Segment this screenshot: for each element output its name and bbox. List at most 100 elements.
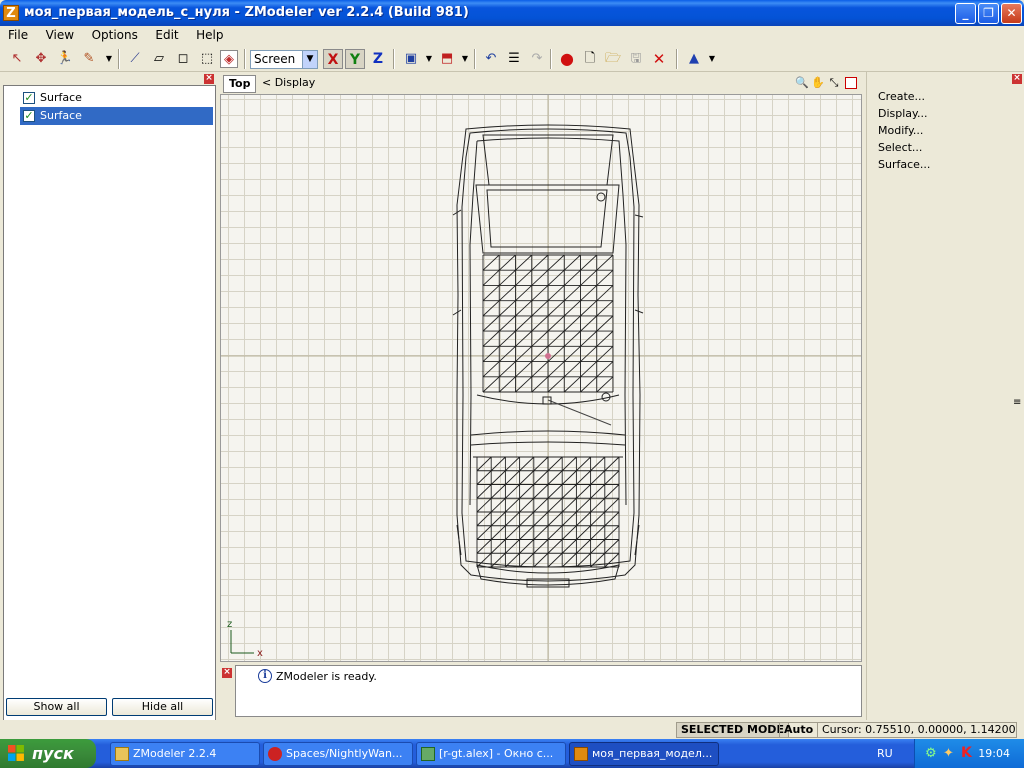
viewport-display-menu[interactable]: < Display — [262, 76, 315, 89]
object-tree[interactable]: ✓ Surface ✓ Surface — [3, 85, 216, 765]
face-icon[interactable]: ▱ — [150, 50, 168, 68]
close-button[interactable]: ✕ — [1001, 3, 1022, 24]
close-icon[interactable]: × — [222, 668, 232, 678]
pan-hand-icon[interactable]: ✋ — [811, 76, 825, 90]
folder-icon — [115, 747, 129, 761]
menu-bar: File View Options Edit Help — [0, 26, 1024, 45]
log-box[interactable]: i ZModeler is ready. — [235, 665, 862, 717]
object-icon[interactable]: ◈ — [220, 50, 238, 68]
select-pointer-icon[interactable]: ↖ — [8, 50, 26, 68]
status-auto[interactable]: Auto — [779, 722, 819, 738]
left-panel-buttons: Show all Hide all — [3, 696, 216, 716]
main-toolbar: ↖ ✥ 🏃 ✎ ▼ ⟋ ▱ ◻ ⬚ ◈ Screen ▼ X Y Z ▣ ▼ ⬒… — [0, 46, 1024, 72]
task-zmodeler[interactable]: ZModeler 2.2.4 — [110, 742, 260, 766]
task-chat[interactable]: [r-gt.alex] - Окно с... — [416, 742, 566, 766]
splitter-grip-icon[interactable]: ≡ — [1013, 397, 1021, 408]
save-icon[interactable]: 🖫 — [627, 50, 645, 68]
close-icon[interactable]: × — [1012, 74, 1022, 84]
status-bar: SELECTED MODE Auto Cursor: 0.75510, 0.00… — [0, 720, 1024, 739]
start-button[interactable]: пуск — [0, 739, 96, 768]
box-icon[interactable]: ◻ — [174, 50, 192, 68]
language-indicator[interactable]: RU — [877, 747, 893, 760]
log-panel: × i ZModeler is ready. — [220, 665, 862, 720]
maximize-viewport-icon[interactable] — [845, 77, 857, 89]
axis-x-label: x — [257, 648, 263, 659]
import-icon[interactable]: ⬒ — [438, 50, 456, 68]
command-panel: × Create... Display... Modify... Select.… — [866, 72, 1024, 720]
chevron-down-icon[interactable]: ▼ — [703, 50, 721, 68]
new-file-icon[interactable]: 🗋 — [581, 50, 599, 68]
axis-x-toggle[interactable]: X — [323, 49, 343, 69]
clock: 19:04 — [978, 747, 1010, 760]
menu-edit[interactable]: Edit — [147, 26, 184, 42]
redo-icon[interactable]: ↷ — [528, 50, 546, 68]
command-display[interactable]: Display... — [878, 107, 927, 120]
command-select[interactable]: Select... — [878, 141, 922, 154]
menu-options[interactable]: Options — [84, 26, 144, 42]
minimize-button[interactable]: _ — [955, 3, 976, 24]
task-label: [r-gt.alex] - Окно с... — [439, 747, 554, 760]
zoom-extents-icon[interactable]: ⤡ — [827, 76, 841, 90]
network-icon[interactable]: ⚙ — [925, 746, 937, 761]
chevron-down-icon[interactable]: ▼ — [456, 50, 474, 68]
viewport-header: Top < Display 🔍 ✋ ⤡ — [220, 72, 862, 94]
viewport-top[interactable]: z x — [220, 94, 862, 662]
task-browser[interactable]: Spaces/NightlyWan... — [263, 742, 413, 766]
chevron-down-icon[interactable]: ▼ — [100, 50, 118, 68]
cone-icon[interactable]: ▲ — [685, 50, 703, 68]
opera-icon — [268, 747, 282, 761]
zoom-icon[interactable]: 🔍 — [795, 76, 809, 90]
tree-item-label: Surface — [40, 109, 82, 122]
notes-icon[interactable]: ☰ — [505, 50, 523, 68]
command-surface[interactable]: Surface... — [878, 158, 930, 171]
window-title: моя_первая_модель_с_нуля - ZModeler ver … — [24, 5, 469, 20]
coordinate-system-value: Screen — [254, 52, 296, 66]
menu-file[interactable]: File — [0, 26, 34, 42]
menu-view[interactable]: View — [38, 26, 80, 42]
close-icon[interactable]: × — [204, 74, 214, 84]
log-line: i ZModeler is ready. — [258, 669, 377, 683]
tree-item-surface[interactable]: ✓ Surface — [20, 89, 213, 107]
system-tray: ⚙ ✦ K 19:04 — [914, 739, 1024, 768]
delete-icon[interactable]: ✕ — [650, 50, 668, 68]
tree-item-surface-selected[interactable]: ✓ Surface — [20, 107, 213, 125]
window-titlebar[interactable]: Z моя_первая_модель_с_нуля - ZModeler ve… — [0, 0, 1024, 26]
kaspersky-icon[interactable]: K — [961, 745, 972, 761]
status-cursor: Cursor: 0.75510, 0.00000, 1.14200 — [817, 722, 1017, 738]
undo-icon[interactable]: ↶ — [482, 50, 500, 68]
chevron-down-icon[interactable]: ▼ — [420, 50, 438, 68]
open-folder-icon[interactable]: 🗁 — [604, 50, 622, 68]
zmodeler-icon — [574, 747, 588, 761]
axis-y-toggle[interactable]: Y — [345, 49, 365, 69]
tray-app-icon[interactable]: ✦ — [943, 746, 954, 761]
task-label: моя_первая_модел... — [592, 747, 713, 760]
zmodeler-app-icon: Z — [3, 5, 19, 21]
task-label: Spaces/NightlyWan... — [286, 747, 403, 760]
task-zmodeler-model[interactable]: моя_первая_модел... — [569, 742, 719, 766]
axis-z-toggle[interactable]: Z — [368, 49, 388, 69]
vertex-icon[interactable]: ⟋ — [126, 50, 144, 68]
info-icon: i — [258, 669, 272, 683]
maximize-button[interactable]: ❐ — [978, 3, 999, 24]
command-modify[interactable]: Modify... — [878, 124, 923, 137]
chevron-down-icon[interactable]: ▼ — [302, 51, 317, 68]
coordinate-system-select[interactable]: Screen ▼ — [250, 50, 318, 69]
command-create[interactable]: Create... — [878, 90, 925, 103]
walk-icon[interactable]: 🏃 — [56, 50, 74, 68]
car-wireframe: z x — [221, 95, 861, 661]
viewport-tab-top[interactable]: Top — [223, 75, 257, 93]
checkbox[interactable]: ✓ — [23, 110, 35, 122]
cube-icon[interactable]: ⬚ — [198, 50, 216, 68]
log-message: ZModeler is ready. — [276, 670, 377, 683]
status-mode: SELECTED MODE — [676, 722, 789, 738]
record-icon[interactable]: ● — [558, 50, 576, 68]
object-list-panel: × ✓ Surface ✓ Surface Show all Hide all — [3, 72, 216, 765]
menu-help[interactable]: Help — [188, 26, 229, 42]
export-icon[interactable]: ▣ — [402, 50, 420, 68]
axis-z-label: z — [227, 619, 232, 630]
move-icon[interactable]: ✥ — [32, 50, 50, 68]
show-all-button[interactable]: Show all — [6, 698, 107, 716]
hide-all-button[interactable]: Hide all — [112, 698, 213, 716]
checkbox[interactable]: ✓ — [23, 92, 35, 104]
paint-icon[interactable]: ✎ — [80, 50, 98, 68]
